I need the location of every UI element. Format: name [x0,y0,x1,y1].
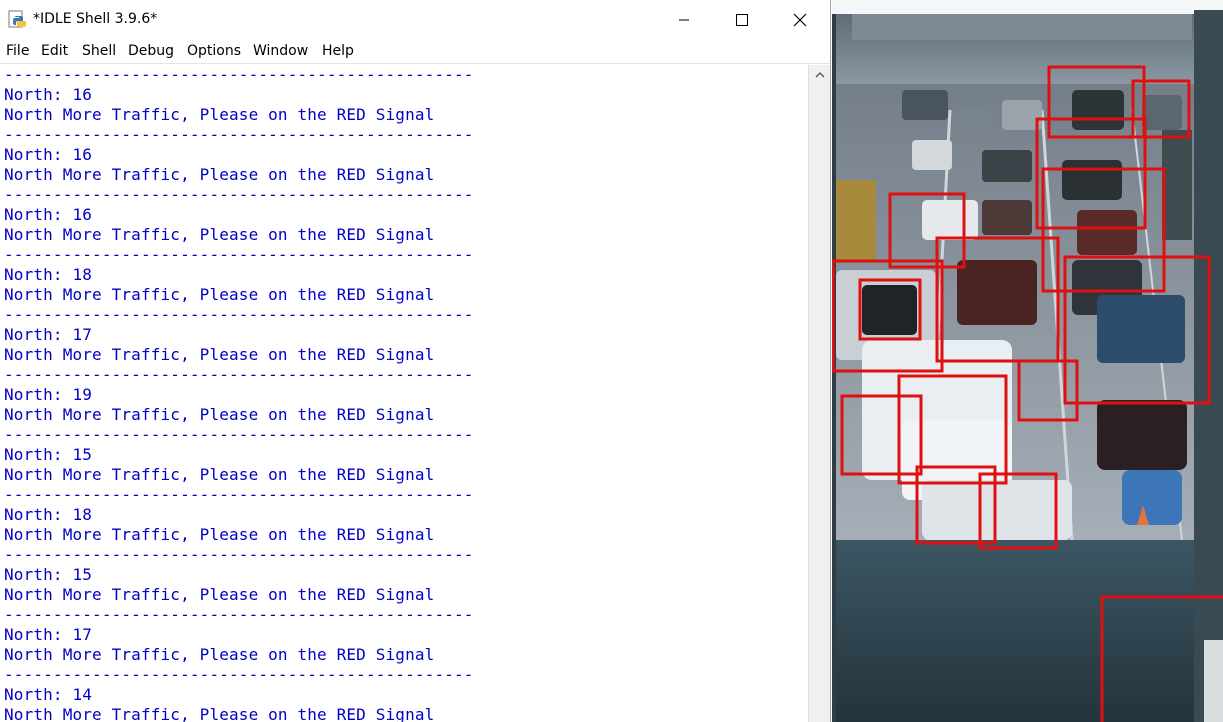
idle-shell-window: *IDLE Shell 3.9.6* File Edit Shell Debug… [0,0,831,722]
menu-options[interactable]: Options [187,43,241,59]
count-line: North: 16 [4,205,93,224]
maximize-icon [736,14,748,26]
minimize-button[interactable] [656,0,712,40]
count-line: North: 19 [4,385,93,404]
separator-line: ----------------------------------------… [4,365,474,384]
count-line: North: 16 [4,85,93,104]
separator-line: ----------------------------------------… [4,545,474,564]
separator-line: ----------------------------------------… [4,125,474,144]
count-line: North: 15 [4,445,93,464]
message-line: North More Traffic, Please on the RED Si… [4,225,435,244]
scroll-up-button[interactable] [809,65,830,85]
message-line: North More Traffic, Please on the RED Si… [4,465,435,484]
chevron-up-icon [815,72,825,78]
message-line: North More Traffic, Please on the RED Si… [4,165,435,184]
message-line: North More Traffic, Please on the RED Si… [4,705,435,722]
message-line: North More Traffic, Please on the RED Si… [4,525,435,544]
message-line: North More Traffic, Please on the RED Si… [4,405,435,424]
menu-window[interactable]: Window [253,43,308,59]
menu-debug[interactable]: Debug [128,43,174,59]
window-title: *IDLE Shell 3.9.6* [33,11,158,27]
message-line: North More Traffic, Please on the RED Si… [4,345,435,364]
separator-line: ----------------------------------------… [4,305,474,324]
message-line: North More Traffic, Please on the RED Si… [4,645,435,664]
separator-line: ----------------------------------------… [4,605,474,624]
menu-bar: File Edit Shell Debug Options Window Hel… [0,40,830,64]
traffic-camera-image [832,0,1223,722]
count-line: North: 17 [4,325,93,344]
title-bar[interactable]: *IDLE Shell 3.9.6* [0,0,830,40]
count-line: North: 17 [4,625,93,644]
camera-feed [832,0,1223,722]
shell-output[interactable]: ----------------------------------------… [0,65,808,722]
maximize-button[interactable] [714,0,770,40]
vertical-scrollbar[interactable] [808,65,830,722]
minimize-icon [679,19,689,21]
count-line: North: 18 [4,265,93,284]
separator-line: ----------------------------------------… [4,245,474,264]
count-line: North: 16 [4,145,93,164]
message-line: North More Traffic, Please on the RED Si… [4,105,435,124]
separator-line: ----------------------------------------… [4,185,474,204]
menu-edit[interactable]: Edit [41,43,68,59]
close-icon [793,13,807,27]
separator-line: ----------------------------------------… [4,665,474,684]
count-line: North: 15 [4,565,93,584]
python-idle-icon [8,10,26,28]
menu-file[interactable]: File [6,43,29,59]
message-line: North More Traffic, Please on the RED Si… [4,285,435,304]
menu-help[interactable]: Help [322,43,354,59]
count-line: North: 18 [4,505,93,524]
separator-line: ----------------------------------------… [4,425,474,444]
close-button[interactable] [772,0,828,40]
count-line: North: 14 [4,685,93,704]
separator-line: ----------------------------------------… [4,65,474,84]
menu-shell[interactable]: Shell [82,43,116,59]
separator-line: ----------------------------------------… [4,485,474,504]
message-line: North More Traffic, Please on the RED Si… [4,585,435,604]
